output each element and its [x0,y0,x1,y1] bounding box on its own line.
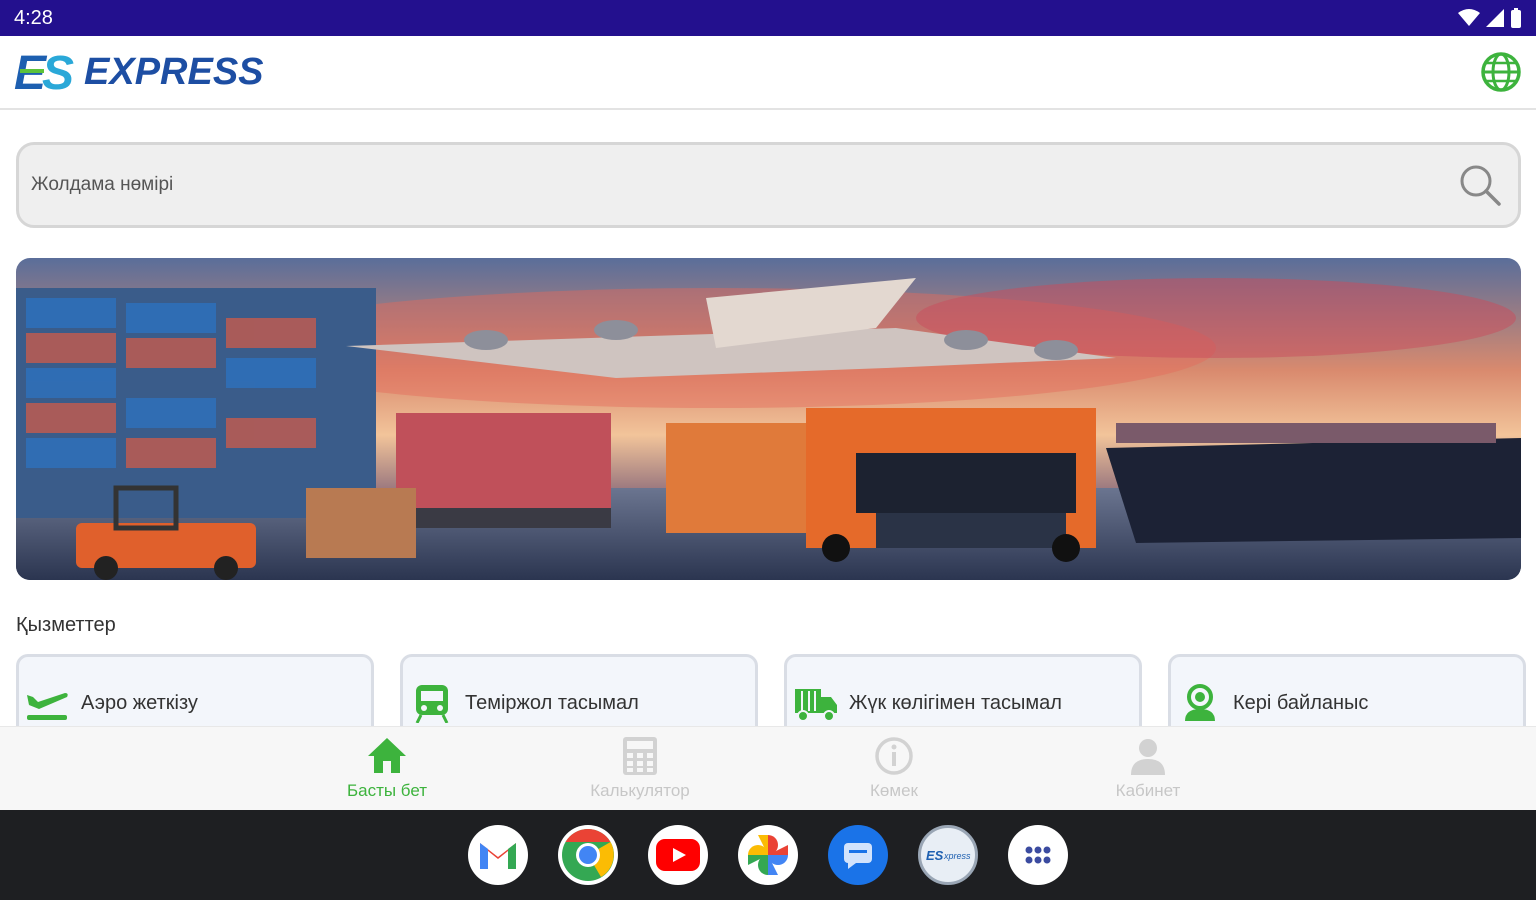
home-icon [368,738,406,773]
service-label: Теміржол тасымал [465,692,639,714]
nav-label-calculator: Калькулятор [590,781,690,800]
info-icon [875,737,913,775]
nav-item-calculator[interactable]: Калькулятор [560,735,720,801]
app-drawer-icon[interactable] [1008,825,1068,885]
calculator-icon [623,737,657,775]
support-icon [1185,684,1215,721]
airplane-icon [27,693,68,720]
svg-text:ES: ES [926,848,944,863]
service-card-air[interactable]: Аэро жеткізу [16,654,374,726]
gmail-icon[interactable] [468,825,528,885]
bottom-navigation: Басты бет Калькулятор Көмек Кабинет [0,726,1536,810]
wifi-icon [1458,9,1480,26]
truck-icon [795,689,837,722]
status-bar: 4:28 [0,0,1536,36]
nav-item-help[interactable]: Көмек [814,735,974,801]
es-express-app-icon[interactable]: ES xpress [918,825,978,885]
logistics-banner-image [16,258,1521,580]
train-icon [415,685,449,723]
nav-item-cabinet[interactable]: Кабинет [1068,735,1228,801]
svg-text:xpress: xpress [943,851,971,861]
nav-label-home: Басты бет [346,781,428,800]
android-taskbar: ES xpress [0,810,1536,900]
services-list: Аэро жеткізу Теміржол тасымал Жүк көлігі… [16,654,1528,726]
service-label: Аэро жеткізу [81,692,198,714]
app-header: E S EXPRESS [0,36,1536,110]
status-icons [1458,8,1522,28]
waybill-search-input[interactable] [31,174,1331,196]
es-logo-mark-icon: E S [14,47,74,97]
youtube-icon[interactable] [648,825,708,885]
photos-icon[interactable] [738,825,798,885]
signal-icon [1486,9,1504,27]
search-icon[interactable] [1458,163,1502,207]
globe-icon[interactable] [1480,51,1522,93]
nav-item-home[interactable]: Басты бет [307,735,467,801]
logo-text: EXPRESS [84,50,264,93]
nav-label-help: Көмек [870,781,918,800]
nav-label-cabinet: Кабинет [1115,781,1181,800]
es-express-logo: E S EXPRESS [14,47,264,97]
chrome-icon[interactable] [558,825,618,885]
service-label: Кері байланыс [1233,692,1369,714]
waybill-search-bar[interactable] [16,142,1521,228]
messages-icon[interactable] [828,825,888,885]
battery-icon [1511,8,1521,28]
logistics-banner-illustration [16,258,1521,580]
services-section-title: Қызметтер [16,614,116,636]
service-card-feedback[interactable]: Кері байланыс [1168,654,1526,726]
status-time: 4:28 [14,6,53,29]
user-icon [1131,739,1165,775]
svg-text:S: S [42,47,74,97]
service-card-rail[interactable]: Теміржол тасымал [400,654,758,726]
service-label: Жүк көлігімен тасымал [849,692,1062,714]
service-card-truck[interactable]: Жүк көлігімен тасымал [784,654,1142,726]
